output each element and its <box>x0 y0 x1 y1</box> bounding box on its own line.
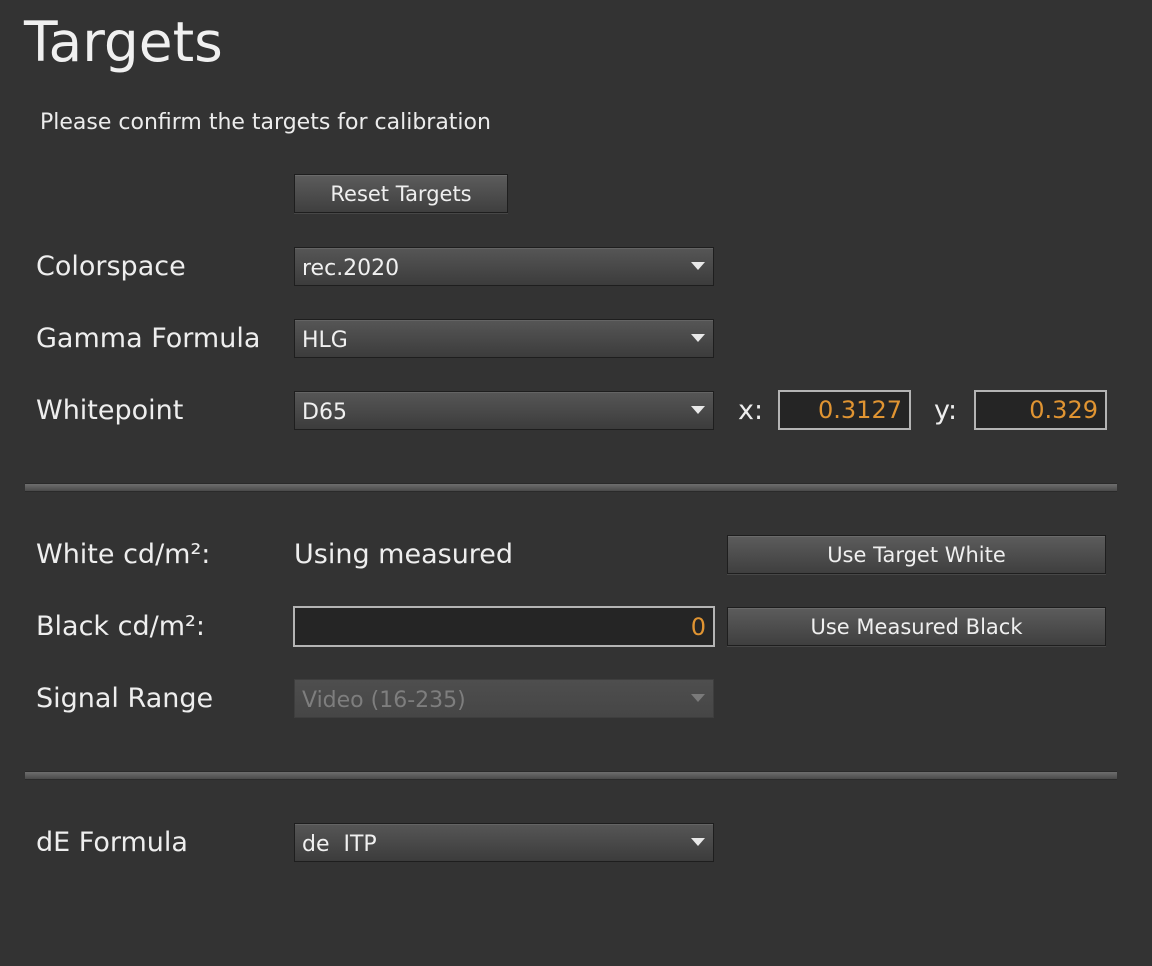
section-divider <box>25 483 1117 492</box>
whitepoint-value: D65 <box>302 400 347 425</box>
signal-range-select: Video (16-235) <box>294 679 714 718</box>
dropdown-arrow-icon <box>691 334 705 342</box>
gamma-formula-value: HLG <box>302 328 348 353</box>
de-formula-value: de ITP <box>302 832 377 857</box>
whitepoint-x-label: x: <box>738 395 764 426</box>
use-target-white-button[interactable]: Use Target White <box>727 535 1106 574</box>
black-luminance-label: Black cd/m²: <box>36 611 205 642</box>
white-luminance-status: Using measured <box>294 539 514 570</box>
dropdown-arrow-icon <box>691 406 705 414</box>
reset-targets-button[interactable]: Reset Targets <box>294 174 508 213</box>
de-formula-select[interactable]: de ITP <box>294 823 714 862</box>
page-subtitle: Please confirm the targets for calibrati… <box>40 110 491 135</box>
black-luminance-input[interactable]: 0 <box>293 606 715 647</box>
dropdown-arrow-icon <box>691 838 705 846</box>
dropdown-arrow-icon <box>691 262 705 270</box>
use-measured-black-button[interactable]: Use Measured Black <box>727 607 1106 646</box>
whitepoint-label: Whitepoint <box>36 395 184 426</box>
dropdown-arrow-icon <box>691 694 705 702</box>
colorspace-select[interactable]: rec.2020 <box>294 247 714 286</box>
whitepoint-y-input[interactable]: 0.329 <box>974 390 1107 430</box>
colorspace-label: Colorspace <box>36 251 186 282</box>
gamma-formula-select[interactable]: HLG <box>294 319 714 358</box>
signal-range-value: Video (16-235) <box>302 688 466 713</box>
whitepoint-x-input[interactable]: 0.3127 <box>778 390 911 430</box>
signal-range-label: Signal Range <box>36 683 214 714</box>
colorspace-value: rec.2020 <box>302 256 400 281</box>
gamma-formula-label: Gamma Formula <box>36 323 261 354</box>
whitepoint-y-label: y: <box>934 395 958 426</box>
de-formula-label: dE Formula <box>36 827 188 858</box>
section-divider <box>25 771 1117 780</box>
whitepoint-select[interactable]: D65 <box>294 391 714 430</box>
white-luminance-label: White cd/m²: <box>36 539 211 570</box>
page-title: Targets <box>24 10 223 74</box>
